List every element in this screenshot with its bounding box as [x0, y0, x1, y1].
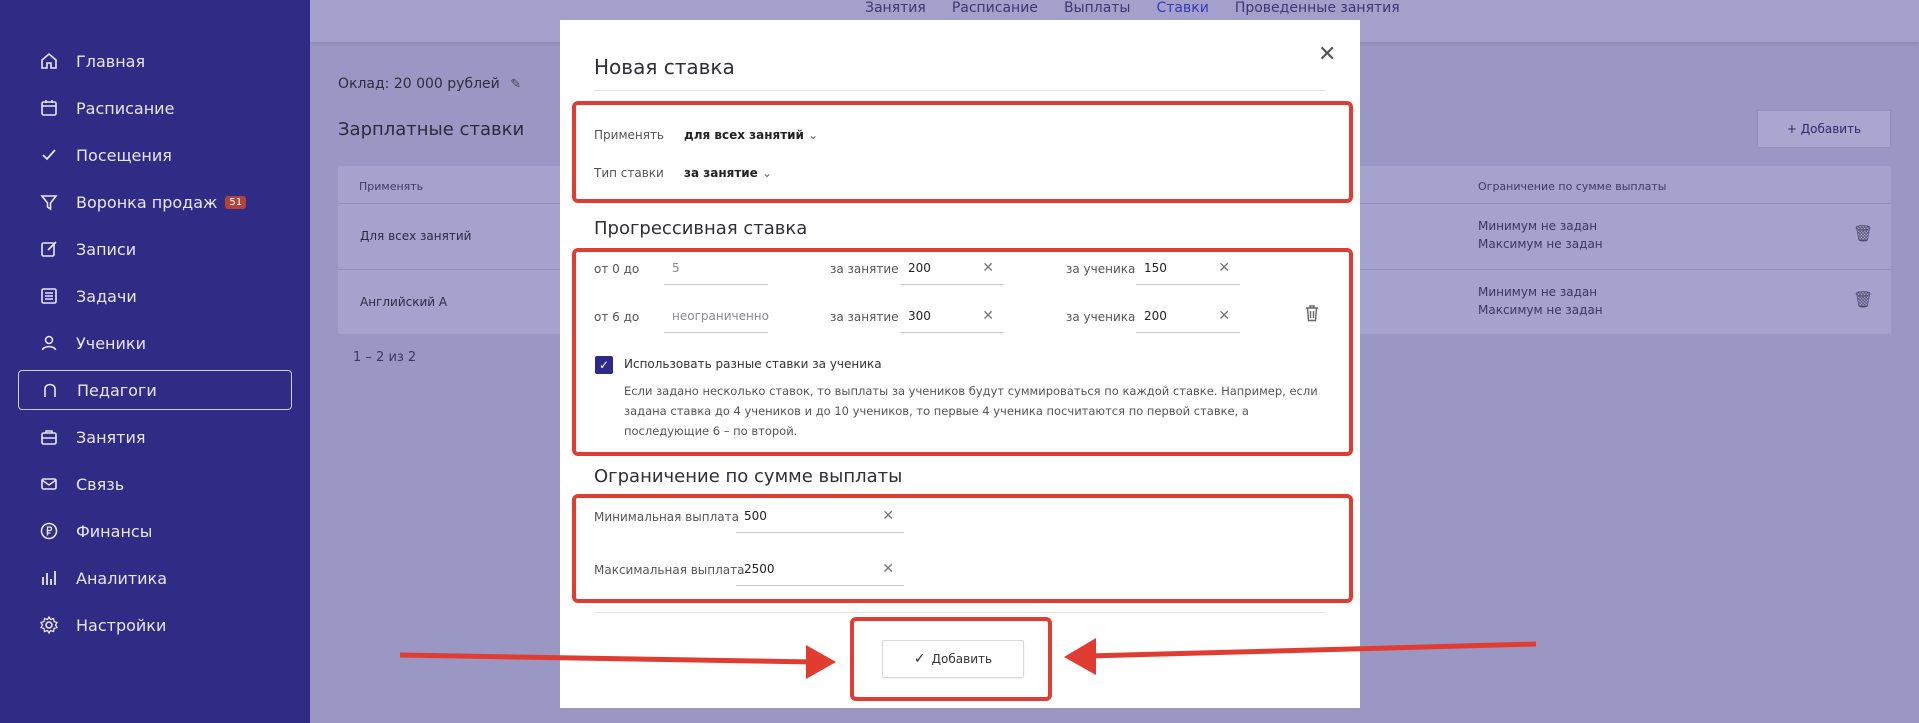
- annotation-arrows: [399, 638, 1537, 679]
- arrow-right: [399, 645, 836, 679]
- arrow-left: [1064, 638, 1537, 675]
